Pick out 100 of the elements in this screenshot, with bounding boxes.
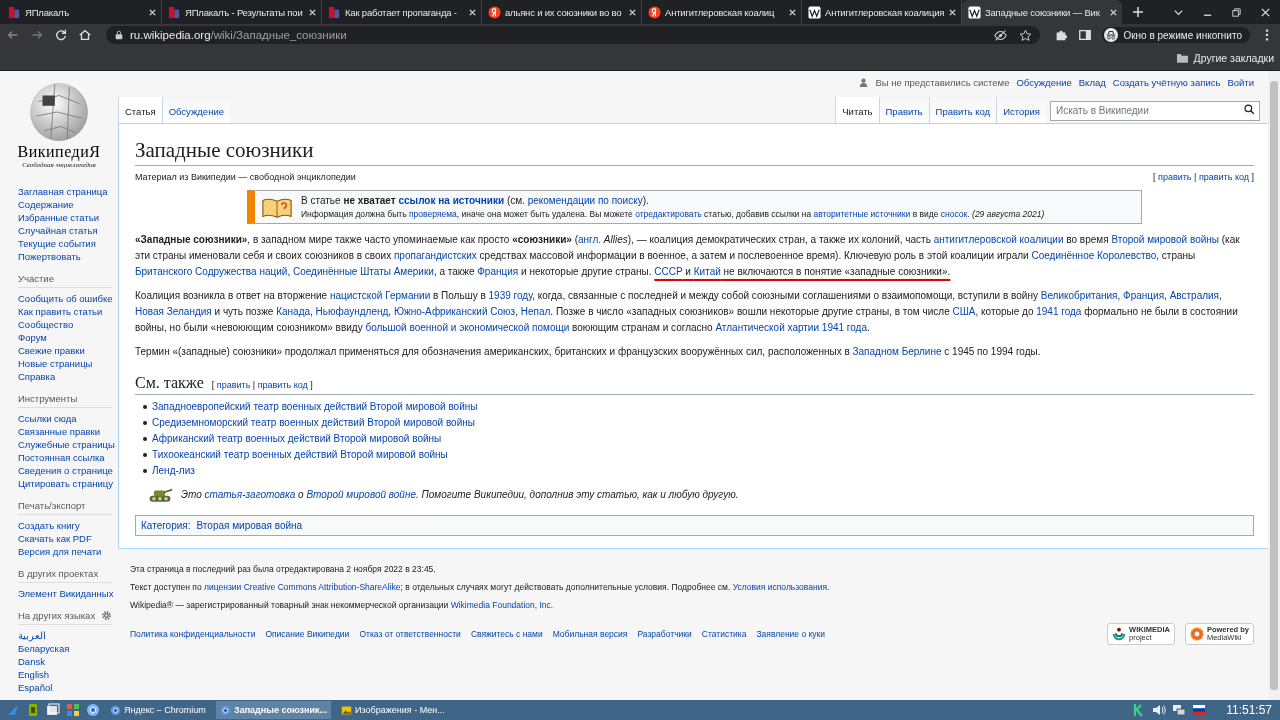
page-tab[interactable]: Статья [118,97,162,123]
sidebar-link[interactable]: Справка [18,370,56,383]
link[interactable]: пропагандистских [393,250,477,261]
link[interactable]: править код [257,380,308,390]
incognito-profile-button[interactable]: Окно в режиме инкогнито [1102,27,1250,43]
see-also-link[interactable]: Африканский театр военных действий Второй мировой войны [152,431,442,447]
sidebar-link[interactable]: Пожертвовать [18,250,81,263]
sidebar-link[interactable]: Español [18,681,53,694]
link[interactable]: Великобритания [1040,290,1118,301]
new-tab-icon[interactable] [1132,6,1144,18]
bookmark-folder[interactable]: Другие закладки [1176,52,1274,64]
see-also-link[interactable]: Ленд-лиз [152,463,195,479]
link[interactable]: рекомендации по поиску [527,195,643,206]
forward-icon[interactable] [30,28,44,42]
sidebar-link[interactable]: Заглавная страница [18,185,108,198]
sidebar-icon[interactable] [1078,28,1093,42]
close-icon[interactable] [788,7,797,17]
link[interactable]: авторитетные источники [813,209,911,219]
link[interactable]: Второй мировой войны [1111,234,1219,245]
sidebar-link[interactable]: Скачать как PDF [18,532,92,545]
sidebar-link[interactable]: Связанные правки [18,425,101,438]
category-link[interactable]: Вторая мировая война [196,520,303,531]
close-icon[interactable] [1260,6,1271,18]
eye-slash-icon[interactable] [994,28,1008,42]
link[interactable]: США [952,306,976,317]
link[interactable]: Западном Берлине [852,346,942,357]
sidebar-link[interactable]: English [18,668,50,681]
scrollbar[interactable] [1268,71,1280,700]
link[interactable]: Wikimedia Foundation, Inc. [450,600,554,610]
view-tab[interactable]: История [996,97,1046,123]
link[interactable]: Франция [477,266,519,277]
taskbar-window[interactable]: Яндекс – Chromium [106,701,210,719]
sidebar-link[interactable]: Содержание [18,198,74,211]
link[interactable]: лицензии Creative Commons Attribution-ShareAlike [204,582,401,592]
close-icon[interactable] [1109,7,1118,17]
sidebar-link[interactable]: Сведения о странице [18,464,113,477]
network-icon[interactable] [1172,703,1187,717]
browser-icon[interactable] [86,703,100,717]
sidebar-link[interactable]: العربية [18,629,46,642]
link[interactable]: Атлантической хартии 1941 года [715,322,867,333]
footer-link[interactable]: Заявление о куки [756,629,826,639]
see-also-link[interactable]: Западноевропейский театр военных действий Второй мировой войны [152,399,478,415]
volume-icon[interactable] [1152,703,1167,717]
puzzle-icon[interactable] [1054,28,1069,42]
view-tab[interactable]: Править код [928,97,997,123]
taskbar-window[interactable]: Изображения - Мен... [337,701,449,719]
link[interactable]: Новая Зеландия [135,306,212,317]
footer-link[interactable]: Описание Википедии [265,629,350,639]
link[interactable]: большой военной и экономической помощи [365,322,570,333]
category-label-link[interactable]: Категория: [141,520,191,531]
footer-link[interactable]: Мобильная версия [552,629,628,639]
flag-icon[interactable] [1192,703,1207,717]
view-tab[interactable]: Править [878,97,929,123]
footer-link[interactable]: Разработчики [637,629,692,639]
personal-link[interactable]: Вклад [1078,77,1106,88]
link[interactable]: статья-заготовка [204,488,296,500]
sidebar-link[interactable]: Служебные страницы [18,438,115,451]
sidebar-link[interactable]: Текущие события [18,237,96,250]
windows-icon[interactable] [46,703,60,717]
view-tab[interactable]: Читать [835,97,879,123]
scrollbar-thumb[interactable] [1270,81,1278,690]
close-icon[interactable] [468,7,477,17]
wiki-wordmark[interactable]: ВикипедиЯ [17,143,101,161]
sidebar-link[interactable]: Сообщить об ошибке [18,292,113,305]
address-bar[interactable]: ru.wikipedia.org/wiki/Западные_союзники [106,26,1041,44]
link[interactable]: Китай [693,266,721,277]
link[interactable]: Второй мировой войне [306,488,416,500]
browser-tab[interactable]: Западные союзники — Вик [962,0,1122,24]
link[interactable]: СССР [654,266,683,277]
sidebar-link[interactable]: Случайная статья [18,224,98,237]
footer-link[interactable]: Свяжитесь с нами [470,629,543,639]
see-also-link[interactable]: Средиземноморский театр военных действий Второй мировой войны [152,415,475,431]
personal-link[interactable]: Обсуждение [1016,77,1072,88]
star-icon[interactable] [1019,28,1033,42]
link[interactable]: Соединённые Штаты Америки [292,266,434,277]
restore-icon[interactable] [1231,6,1242,18]
sidebar-link[interactable]: Новые страницы [18,357,93,370]
see-also-link[interactable]: Тихоокеанский театр военных действий Второй мировой войны [152,447,448,463]
taskbar-window[interactable]: Западные союзник... [216,701,332,719]
home-icon[interactable] [78,28,92,42]
link[interactable]: ссылок на источники [398,195,505,206]
app-grid-icon[interactable] [66,703,80,717]
sidebar-link[interactable]: Ссылки сюда [18,412,77,425]
sidebar-link[interactable]: Избранные статьи [18,211,99,224]
link[interactable]: 1941 года [1036,306,1082,317]
page-tab[interactable]: Обсуждение [161,97,230,123]
search-field[interactable]: Искать в Википедии [1050,100,1260,121]
personal-link[interactable]: Войти [1227,77,1254,88]
personal-link[interactable]: Создать учётную запись [1112,77,1221,88]
reload-icon[interactable] [54,28,68,42]
sidebar-link[interactable]: Постоянная ссылка [18,451,105,464]
footer-link[interactable]: Статистика [701,629,747,639]
link[interactable]: антигитлеровской коалиции [933,234,1064,245]
sidebar-link[interactable]: Форум [18,331,47,344]
sidebar-link[interactable]: Беларуская [18,642,70,655]
sidebar-link[interactable]: Как править статьи [18,305,103,318]
sidebar-link[interactable]: Сообщество [18,318,74,331]
link[interactable]: Условия использования [732,582,827,592]
link[interactable]: отредактировать [635,209,702,219]
sidebar-link[interactable]: Версия для печати [18,545,102,558]
